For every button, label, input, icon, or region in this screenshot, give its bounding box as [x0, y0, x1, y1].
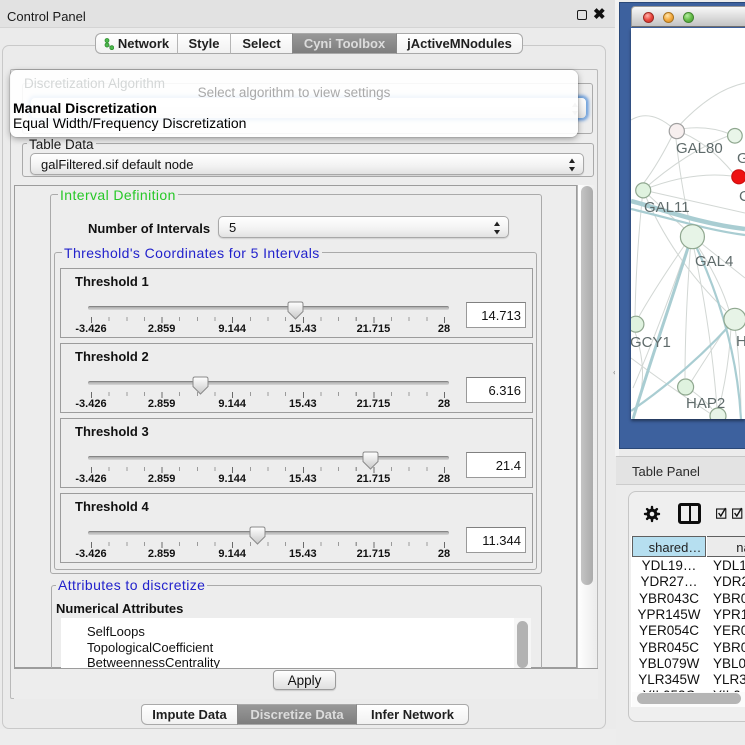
svg-text:C: C: [739, 188, 745, 205]
svg-text:H: H: [736, 333, 745, 350]
svg-text:G: G: [737, 150, 745, 167]
svg-text:GCY1: GCY1: [631, 334, 671, 351]
svg-text:GAL80: GAL80: [676, 140, 723, 157]
svg-text:HAP2: HAP2: [686, 395, 725, 412]
svg-text:GAL4: GAL4: [695, 253, 733, 270]
svg-text:GAL11: GAL11: [644, 199, 690, 216]
